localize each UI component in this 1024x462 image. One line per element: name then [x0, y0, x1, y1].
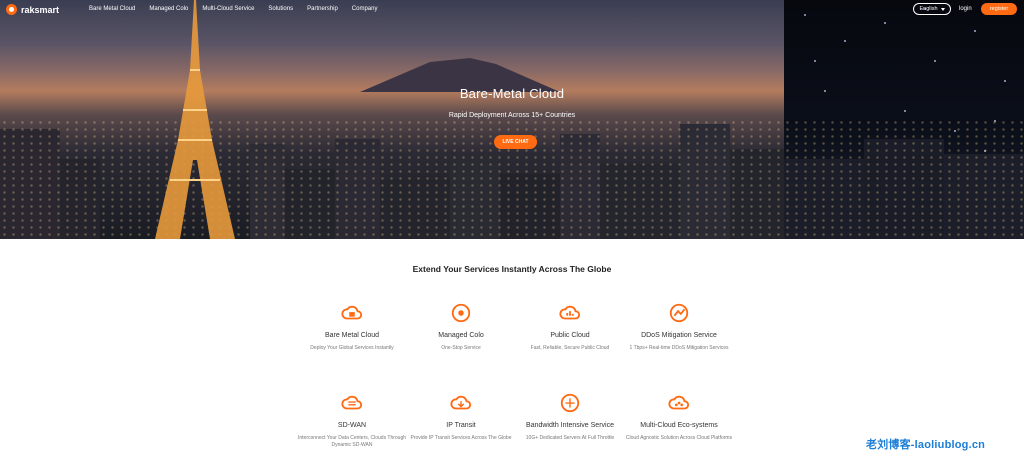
service-desc: 10G+ Dedicated Servers At Full Throttle — [525, 435, 615, 441]
service-card[interactable]: IP Transit Provide IP Transit Services A… — [406, 392, 516, 442]
nav-item-bare-metal-cloud[interactable]: Bare Metal Cloud — [89, 6, 135, 12]
bandwidth-icon — [560, 393, 580, 413]
service-card[interactable]: Bare Metal Cloud Deploy Your Global Serv… — [297, 302, 407, 352]
nav-item-solutions[interactable]: Solutions — [268, 6, 293, 12]
register-button[interactable]: register — [981, 3, 1017, 15]
service-name: DDoS Mitigation Service — [641, 332, 717, 339]
ddos-shield-icon — [669, 303, 689, 323]
service-name: Bare Metal Cloud — [324, 332, 380, 339]
service-desc: Deploy Your Global Services Instantly — [310, 345, 394, 351]
server-cloud-icon — [341, 305, 363, 320]
main-menu: Bare Metal Cloud Managed Colo Multi-Clou… — [89, 6, 391, 12]
service-desc: Interconnect Your Data Centers, Clouds T… — [297, 435, 407, 448]
service-desc: 1 Tbps+ Real-time DDoS Mitigation Servic… — [629, 345, 729, 351]
nav-item-multi-cloud-service[interactable]: Multi-Cloud Service — [202, 6, 254, 12]
service-name: IP Transit — [446, 422, 476, 429]
services-heading: Extend Your Services Instantly Across Th… — [412, 264, 612, 274]
multi-cloud-icon — [668, 395, 690, 410]
service-card[interactable]: Multi-Cloud Eco-systems Cloud Agnostic S… — [624, 392, 734, 442]
top-nav: raksmart Bare Metal Cloud Managed Colo M… — [0, 0, 1024, 22]
live-chat-button[interactable]: LIVE CHAT — [494, 135, 537, 149]
tower-illustration — [155, 0, 235, 239]
hero-subtitle: Rapid Deployment Across 15+ Countries — [448, 112, 576, 119]
service-card[interactable]: Bandwidth Intensive Service 10G+ Dedicat… — [515, 392, 625, 442]
service-name: Multi-Cloud Eco-systems — [640, 422, 718, 429]
ip-transit-icon — [450, 395, 472, 410]
public-cloud-icon — [559, 305, 581, 320]
service-desc: Fast, Reliable, Secure Public Cloud — [530, 345, 610, 351]
logo-icon — [6, 4, 17, 15]
nav-item-managed-colo[interactable]: Managed Colo — [149, 6, 188, 12]
nav-item-partnership[interactable]: Partnership — [307, 6, 338, 12]
logo-text: raksmart — [21, 4, 60, 15]
service-card[interactable]: Managed Colo One-Stop Service — [406, 302, 516, 352]
colo-cloud-icon — [451, 303, 471, 323]
service-desc: Provide IP Transit Services Across The G… — [410, 435, 512, 441]
service-name: Public Cloud — [550, 332, 590, 339]
service-desc: Cloud Agnostic Solution Across Cloud Pla… — [625, 435, 733, 441]
language-select[interactable]: English — [913, 3, 951, 15]
caret-down-icon — [940, 7, 945, 11]
service-name: SD-WAN — [337, 422, 367, 429]
service-card[interactable]: SD-WAN Interconnect Your Data Centers, C… — [297, 392, 407, 449]
hero-title: Bare-Metal Cloud — [459, 86, 565, 101]
service-card[interactable]: Public Cloud Fast, Reliable, Secure Publ… — [515, 302, 625, 352]
service-name: Bandwidth Intensive Service — [526, 422, 614, 429]
logo[interactable]: raksmart — [6, 4, 59, 15]
service-card[interactable]: DDoS Mitigation Service 1 Tbps+ Real-tim… — [624, 302, 734, 352]
hero-banner — [0, 0, 1024, 239]
language-label: English — [919, 6, 938, 12]
watermark: 老刘博客-laoliublog.cn — [866, 439, 986, 451]
service-name: Managed Colo — [438, 332, 484, 339]
sdwan-icon — [341, 395, 363, 410]
login-link[interactable]: login — [959, 6, 972, 12]
service-desc: One-Stop Service — [441, 345, 481, 351]
nav-item-company[interactable]: Company — [352, 6, 378, 12]
